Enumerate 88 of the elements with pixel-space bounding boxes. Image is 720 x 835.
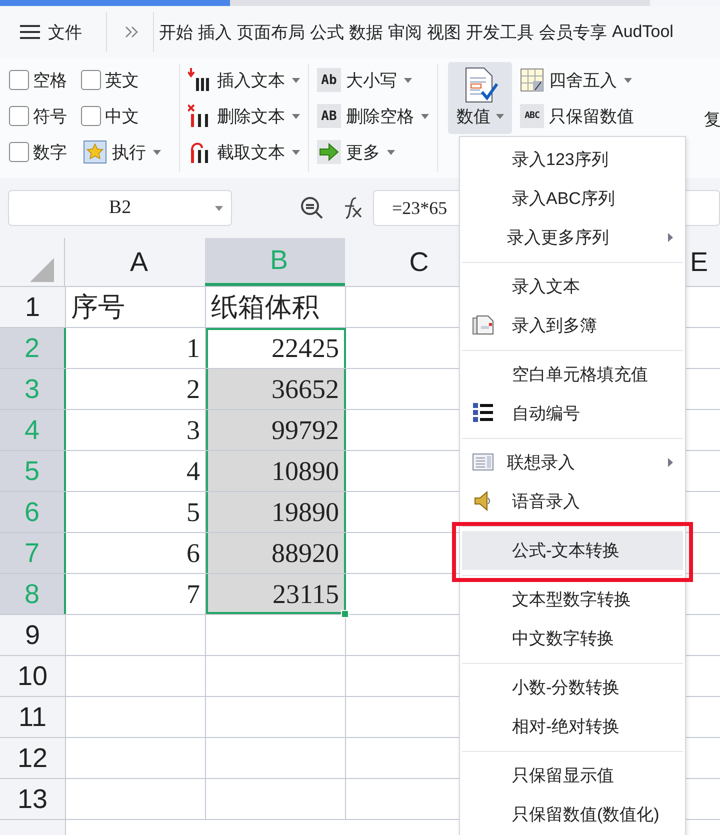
run-button[interactable]: 执行 — [81, 134, 173, 170]
menu-item[interactable]: 只保留数值(数值化) — [462, 795, 683, 834]
numbered-list-icon — [472, 402, 494, 424]
caret-icon — [624, 78, 632, 82]
table-cell: 88920 — [206, 533, 346, 573]
menu-item[interactable]: 中文数字转换 — [462, 619, 683, 658]
letters-icon: Ab — [317, 68, 341, 92]
case-tool-button[interactable]: AB 删除空格 — [315, 98, 431, 134]
checkbox[interactable] — [9, 106, 29, 126]
row-header[interactable]: 10 — [0, 656, 66, 696]
case-tool-button[interactable]: Ab 大小写 — [315, 62, 431, 98]
menu-item[interactable]: 语音录入 — [462, 482, 683, 521]
table-cell: 10890 — [206, 451, 346, 491]
document-icon — [472, 314, 494, 336]
menu-item[interactable]: 空白单元格填充值 — [462, 355, 683, 394]
menu-item[interactable]: 录入123序列 — [462, 140, 683, 179]
case-tool-button[interactable]: 更多 — [315, 134, 431, 170]
table-cell: 23115 — [206, 574, 346, 614]
checkbox-option[interactable]: 空格 — [9, 62, 81, 98]
value-tool-button[interactable]: 四舍五入 — [518, 62, 636, 98]
ribbon-tab[interactable]: 插入 — [198, 20, 232, 44]
ribbon-tab[interactable]: 公式 — [310, 20, 344, 44]
row-header[interactable]: 9 — [0, 615, 66, 655]
value-button[interactable]: 数值 — [448, 62, 512, 134]
caret-icon — [292, 78, 300, 82]
checkbox[interactable] — [9, 142, 29, 162]
text-tool-button[interactable]: 截取文本 — [186, 134, 302, 170]
table-cell: 纸箱体积 — [206, 287, 346, 327]
fill-handle[interactable] — [341, 610, 349, 618]
table-cell: 99792 — [206, 410, 346, 450]
row-header[interactable]: 12 — [0, 738, 66, 778]
checkbox-option[interactable]: 中文 — [81, 98, 173, 134]
menu-item[interactable]: 只保留显示值 — [462, 756, 683, 795]
row-header[interactable]: 1 — [0, 287, 66, 327]
table-cell: 36652 — [206, 369, 346, 409]
file-menu[interactable]: 文件 — [48, 20, 82, 44]
caret-icon — [153, 150, 161, 154]
menu-item[interactable]: 文本型数字转换 — [462, 580, 683, 619]
menu-icon[interactable] — [20, 24, 40, 40]
letters-icon: AB — [317, 104, 341, 128]
row-header[interactable]: 11 — [0, 697, 66, 737]
menu-item[interactable]: 小数-分数转换 — [462, 668, 683, 707]
table-cell: 22425 — [206, 328, 346, 368]
select-all-icon[interactable] — [30, 258, 54, 282]
ribbon-tab[interactable]: 页面布局 — [237, 20, 305, 44]
checkbox-option[interactable]: 数字 — [9, 134, 81, 170]
caret-icon — [292, 114, 300, 118]
ribbon-tab[interactable]: 开发工具 — [466, 20, 534, 44]
ribbon-tab[interactable]: 数据 — [349, 20, 383, 44]
menu-item[interactable]: 相对-绝对转换 — [462, 707, 683, 746]
ribbon-tab[interactable]: 会员专享 — [539, 20, 607, 44]
menu-item[interactable]: 联想录入 — [462, 443, 683, 482]
caret-icon — [215, 206, 223, 211]
ribbon-tab[interactable]: 视图 — [427, 20, 461, 44]
list-panel-icon — [472, 451, 494, 473]
name-box[interactable]: B2 — [8, 190, 232, 226]
menu-item[interactable]: 自动编号 — [462, 394, 683, 433]
checkbox[interactable] — [81, 106, 101, 126]
submenu-arrow-icon — [668, 458, 673, 467]
caret-icon — [496, 114, 504, 119]
zoom-icon[interactable] — [300, 196, 324, 220]
menu-item[interactable]: 公式-文本转换 — [462, 531, 683, 570]
value-tool-button[interactable]: ABC 只保留数值 — [518, 98, 636, 134]
ribbon-label[interactable]: 复 — [704, 108, 720, 131]
text-tool-button[interactable]: 删除文本 — [186, 98, 302, 134]
row-header[interactable]: 13 — [0, 779, 66, 819]
table-cell: 序号 — [66, 287, 206, 327]
chevrons-icon[interactable] — [125, 26, 139, 38]
checkbox[interactable] — [9, 70, 29, 90]
menu-item[interactable]: 录入到多簿 — [462, 306, 683, 345]
ribbon-tab[interactable]: AudTool — [612, 22, 674, 42]
caret-icon — [387, 150, 395, 154]
grid-icon — [520, 68, 544, 92]
checkbox[interactable] — [81, 70, 101, 90]
table-cell: 19890 — [206, 492, 346, 532]
arrow-right-icon — [317, 140, 341, 164]
ribbon-tab[interactable]: 开始 — [159, 20, 193, 44]
letters-icon: ABC — [520, 104, 544, 128]
submenu-arrow-icon — [668, 233, 673, 242]
menu-item[interactable]: 录入ABC序列 — [462, 179, 683, 218]
checkbox-option[interactable]: 符号 — [9, 98, 81, 134]
caret-icon — [292, 150, 300, 154]
text-tool-button[interactable]: 插入文本 — [186, 62, 302, 98]
ribbon-tab[interactable]: 审阅 — [388, 20, 422, 44]
checkbox-option[interactable]: 英文 — [81, 62, 173, 98]
arrow-bars-icon — [188, 68, 212, 92]
caret-icon — [404, 78, 412, 82]
caret-icon — [421, 114, 429, 118]
